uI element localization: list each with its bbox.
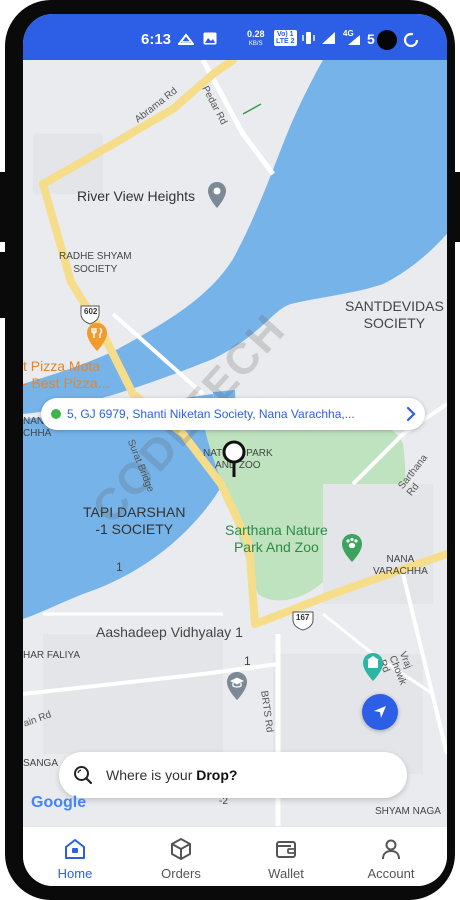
map-label-pizza-1: t Pizza Mota (23, 358, 101, 374)
map-label-aashadeep: Aashadeep Vidhyalay 1 (96, 624, 243, 640)
pickup-address-text: 5, GJ 6979, Shanti Niketan Society, Nana… (67, 407, 355, 421)
nav-wallet[interactable]: Wallet (246, 837, 326, 881)
wallet-icon (276, 841, 296, 858)
map-label-tapi-2: -1 SOCIETY (95, 521, 174, 537)
map-label-highway-602: 602 (84, 307, 98, 316)
signal-2-icon (348, 35, 360, 45)
map-label-nana-varachha: NANA VARACHHA (373, 554, 428, 578)
fork-knife-icon (87, 323, 107, 351)
phone-screen: 6:13 0.28 KB/S Vo) 1 LTE 2 4G 5 Abrama R… (23, 14, 447, 886)
nav-orders-label: Orders (161, 866, 201, 881)
volte-top: Vo) 1 (276, 31, 294, 38)
map-label-santdevidas: SANTDEVIDAS SOCIETY (345, 298, 444, 332)
battery-level: 5 (367, 31, 375, 47)
map-label-sarthana-zoo-2: Park And Zoo (233, 539, 319, 555)
map-label-pizza-2: - Best Pizza... (23, 375, 110, 391)
map-pin-icon (208, 182, 226, 208)
user-icon (382, 839, 400, 860)
map-label-har-faliya: HAR FALIYA (23, 650, 81, 661)
map-label-santdevidas-1: SANTDEVIDAS (345, 298, 444, 314)
school-icon (227, 672, 247, 700)
map-label-nana-varachha-1: NANA (386, 554, 415, 565)
google-logo: Google (31, 794, 86, 812)
network-speed: 0.28 KB/S (247, 30, 265, 48)
map-label-one-b: 1 (244, 654, 251, 668)
nav-account-label: Account (367, 866, 415, 881)
map-label-radhe-shyam: RADHE SHYAM SOCIETY (59, 250, 132, 276)
map-label-nana-varachha-2: VARACHHA (373, 566, 428, 577)
nav-orders[interactable]: Orders (141, 837, 221, 881)
ferry-notification-icon (178, 33, 194, 45)
volte-badge: Vo) 1 LTE 2 (274, 30, 297, 46)
search-emphasis: Drop? (196, 767, 238, 783)
drop-search-bar[interactable]: Where is your Drop? (59, 752, 407, 798)
google-logo-text: Google (31, 794, 87, 811)
battery-ring-icon (403, 32, 419, 48)
signal-icon (322, 32, 335, 44)
map-label-sarthana-zoo-1: Sarthana Nature (225, 522, 328, 538)
map-label-pizza: t Pizza Mota - Best Pizza... (23, 358, 109, 392)
search-prefix: Where is your (106, 767, 197, 783)
phone-frame: 6:13 0.28 KB/S Vo) 1 LTE 2 4G 5 Abrama R… (5, 0, 455, 900)
navigate-arrow-icon (374, 706, 386, 718)
search-placeholder: Where is your Drop? (106, 767, 237, 783)
status-time: 6:13 (141, 31, 172, 48)
pickup-dot-icon (51, 409, 61, 419)
map-label-sarthana-zoo: Sarthana Nature Park And Zoo (225, 522, 328, 556)
landmark-icon (363, 653, 383, 681)
map-label-highway-167: 167 (296, 613, 310, 622)
network-speed-value: 0.28 (247, 29, 265, 39)
network-speed-unit: KB/S (248, 41, 263, 47)
status-bar: 6:13 0.28 KB/S Vo) 1 LTE 2 4G 5 (23, 14, 447, 60)
bottom-nav: Home Orders Wallet Account (23, 826, 447, 886)
map-label-radhe-shyam-1: RADHE SHYAM (59, 251, 132, 262)
front-camera (377, 30, 397, 50)
map-label-shyam-naga: SHYAM NAGA (375, 806, 441, 817)
search-icon (74, 766, 93, 785)
map-label-sanga: SANGA (23, 758, 59, 769)
paw-icon (342, 534, 362, 562)
nav-home-label: Home (57, 866, 93, 881)
map-label-river-view: River View Heights (77, 188, 196, 204)
map-label-santdevidas-2: SOCIETY (363, 315, 426, 331)
home-icon (65, 839, 85, 859)
box-icon (171, 838, 191, 860)
nav-wallet-label: Wallet (268, 866, 304, 881)
pickup-address-bar[interactable]: 5, GJ 6979, Shanti Niketan Society, Nana… (41, 398, 425, 430)
volte-bottom: LTE 2 (276, 38, 295, 45)
chevron-right-icon[interactable] (405, 405, 417, 423)
nav-home[interactable]: Home (35, 837, 115, 881)
map-label-radhe-shyam-2: SOCIETY (73, 264, 118, 275)
vibrate-icon (302, 32, 315, 44)
nav-account[interactable]: Account (351, 837, 431, 881)
my-location-button[interactable] (362, 694, 398, 730)
map-label-one-a: 1 (116, 560, 123, 574)
image-notification-icon (203, 32, 217, 45)
map-label-nana-left-2: CHHA (23, 428, 52, 439)
location-pin-icon (222, 440, 246, 477)
